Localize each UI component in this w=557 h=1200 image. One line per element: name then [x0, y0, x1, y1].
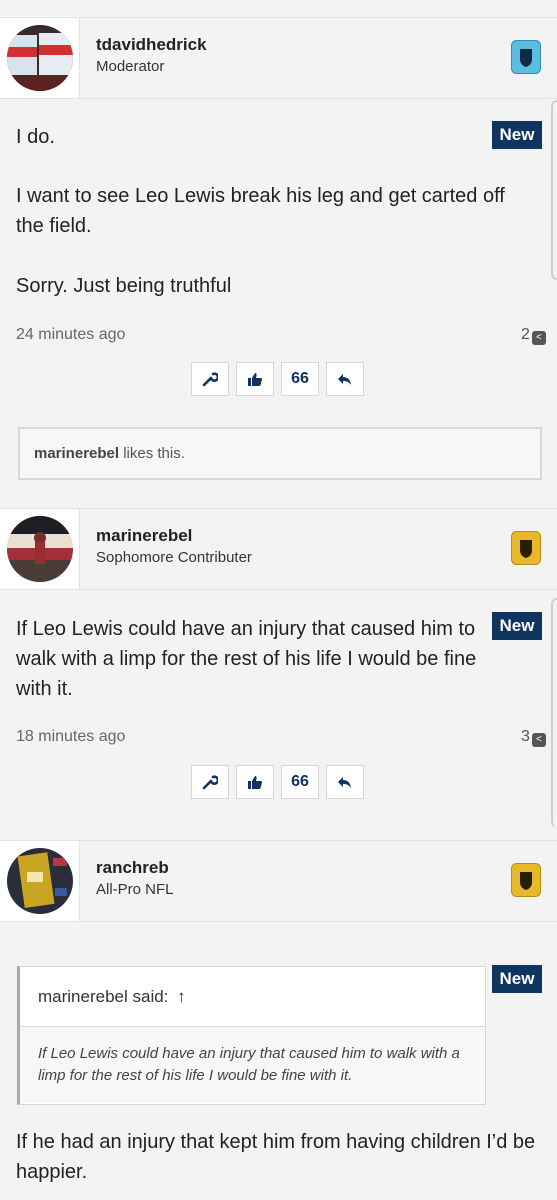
post-paragraph: If he had an injury that kept him from h…	[16, 1131, 536, 1183]
user-title: All-Pro NFL	[96, 881, 174, 898]
username[interactable]: ranchreb	[96, 858, 169, 878]
share-link[interactable]: 2 <	[521, 326, 546, 345]
new-badge: New	[492, 121, 542, 149]
wrench-icon	[202, 372, 218, 387]
new-badge: New	[492, 965, 542, 993]
wrench-button[interactable]	[191, 362, 229, 396]
reply-icon	[338, 777, 351, 788]
like-button[interactable]	[236, 362, 274, 396]
post-time[interactable]: 18 minutes ago	[16, 728, 125, 746]
liker-username[interactable]: marinerebel	[34, 445, 119, 462]
reply-button[interactable]	[326, 765, 364, 799]
share-icon: <	[531, 733, 546, 747]
quote-header: marinerebel said: ↑	[20, 967, 485, 1027]
post-paragraph: I want to see Leo Lewis break his leg an…	[16, 185, 505, 237]
avatar[interactable]	[7, 25, 73, 91]
share-link[interactable]: 3 <	[521, 728, 546, 747]
wrench-button[interactable]	[191, 765, 229, 799]
username[interactable]: marinerebel	[96, 526, 192, 546]
thumbs-up-icon	[248, 373, 262, 386]
wrench-icon	[202, 775, 218, 790]
user-title: Moderator	[96, 58, 165, 75]
scroll-edge	[551, 100, 557, 280]
quote-icon: 66	[291, 773, 309, 790]
post-paragraph: If Leo Lewis could have an injury that c…	[16, 618, 477, 700]
share-icon: <	[531, 331, 546, 345]
thumbs-up-icon	[248, 776, 262, 789]
post-header: marinerebel Sophomore Contributer	[0, 508, 557, 590]
reply-icon	[338, 374, 351, 385]
quote-icon: 66	[291, 370, 309, 387]
share-count: 2	[521, 326, 530, 343]
share-count: 3	[521, 728, 530, 745]
jump-to-quote-arrow-icon[interactable]: ↑	[177, 987, 186, 1006]
new-badge: New	[492, 612, 542, 640]
reply-button[interactable]	[326, 362, 364, 396]
post-header: tdavidhedrick Moderator	[0, 17, 557, 99]
avatar-frame[interactable]	[0, 18, 80, 98]
scroll-edge	[551, 598, 557, 828]
avatar-frame[interactable]	[0, 841, 80, 921]
post-time[interactable]: 24 minutes ago	[16, 326, 125, 344]
post-paragraph: I do.	[16, 126, 55, 148]
post-actions: 66	[191, 765, 365, 799]
avatar[interactable]	[7, 848, 73, 914]
post-paragraph: Sorry. Just being truthful	[16, 275, 232, 297]
quote-button[interactable]: 66	[281, 765, 319, 799]
post-actions: 66	[191, 362, 365, 396]
likes-text: likes this.	[123, 445, 185, 462]
rank-shield-icon[interactable]	[511, 531, 541, 565]
rank-shield-icon[interactable]	[511, 40, 541, 74]
username[interactable]: tdavidhedrick	[96, 35, 207, 55]
quote-block: marinerebel said: ↑ If Leo Lewis could h…	[17, 966, 486, 1105]
rank-shield-icon[interactable]	[511, 863, 541, 897]
quote-text: If Leo Lewis could have an injury that c…	[20, 1027, 485, 1103]
like-button[interactable]	[236, 765, 274, 799]
avatar[interactable]	[7, 516, 73, 582]
avatar-frame[interactable]	[0, 509, 80, 589]
post-header: ranchreb All-Pro NFL	[0, 840, 557, 922]
likes-summary: marinerebel likes this.	[18, 427, 542, 480]
user-title: Sophomore Contributer	[96, 549, 252, 566]
quote-author: marinerebel said:	[38, 987, 169, 1006]
quote-button[interactable]: 66	[281, 362, 319, 396]
